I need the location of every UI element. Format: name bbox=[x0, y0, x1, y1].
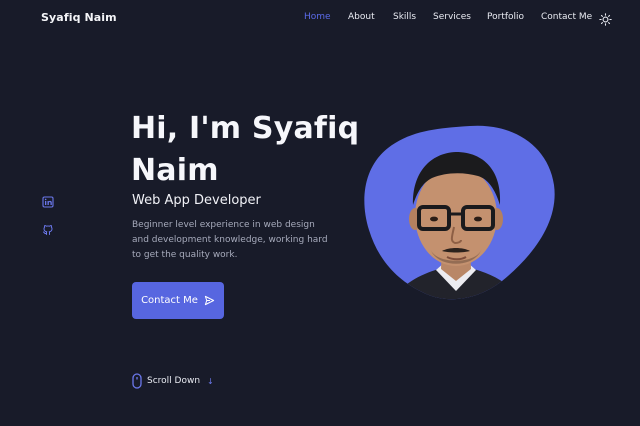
scroll-down-link[interactable]: Scroll Down ↓ bbox=[132, 373, 214, 389]
contact-me-label: Contact Me bbox=[141, 295, 198, 306]
sun-icon bbox=[599, 13, 612, 26]
hero-description: Beginner level experience in web design … bbox=[132, 220, 328, 260]
profile-blob-image bbox=[364, 125, 555, 300]
arrow-down-icon: ↓ bbox=[207, 376, 214, 386]
send-icon bbox=[204, 295, 215, 306]
top-navbar: Syafiq Naim Home About Skills Services P… bbox=[0, 0, 640, 36]
github-link[interactable] bbox=[42, 221, 54, 240]
linkedin-icon bbox=[42, 196, 54, 208]
mouse-icon bbox=[132, 373, 142, 389]
nav-skills[interactable]: Skills bbox=[393, 12, 416, 22]
profile-portrait bbox=[362, 123, 558, 303]
linkedin-link[interactable] bbox=[42, 193, 54, 212]
nav-about[interactable]: About bbox=[348, 12, 375, 22]
theme-toggle-button[interactable] bbox=[599, 11, 612, 26]
contact-me-button[interactable]: Contact Me bbox=[132, 282, 224, 319]
main-nav: Home About Skills Services Portfolio Con… bbox=[0, 12, 640, 26]
nav-portfolio[interactable]: Portfolio bbox=[487, 12, 524, 22]
hero-title: Hi, I'm Syafiq Naim bbox=[131, 111, 360, 188]
github-icon bbox=[43, 225, 53, 235]
nav-contact-me[interactable]: Contact Me bbox=[541, 12, 592, 22]
scroll-down-label: Scroll Down bbox=[147, 376, 201, 386]
nav-home[interactable]: Home bbox=[304, 12, 331, 22]
hero-subtitle: Web App Developer bbox=[132, 193, 261, 208]
nav-services[interactable]: Services bbox=[433, 12, 471, 22]
